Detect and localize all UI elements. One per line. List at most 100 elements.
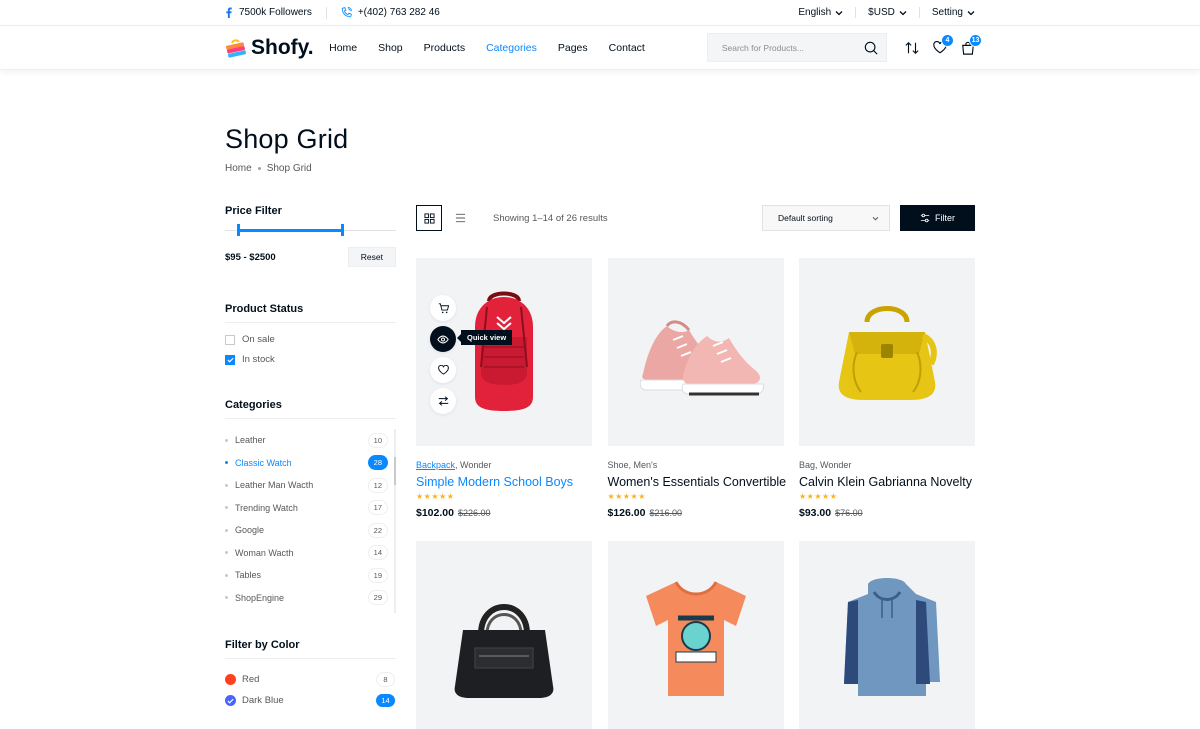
nav-home[interactable]: Home xyxy=(329,42,357,54)
category-item[interactable]: Trending Watch 17 xyxy=(225,497,396,520)
category-label: Tables xyxy=(235,570,262,581)
phone-link[interactable]: +(402) 763 282 46 xyxy=(341,7,440,18)
brand-logo[interactable]: Shofy. xyxy=(225,36,329,60)
product-categories: Shoe, Men's xyxy=(607,460,658,470)
product-title[interactable]: Women's Essentials Convertible xyxy=(608,475,787,489)
nav-contact[interactable]: Contact xyxy=(609,42,645,54)
status-label: In stock xyxy=(242,354,275,365)
category-count: 12 xyxy=(367,477,388,493)
category-count: 17 xyxy=(367,500,388,516)
filter-label: Filter xyxy=(935,213,955,223)
price-range-slider[interactable] xyxy=(225,223,396,237)
followers-link[interactable]: 7500k Followers xyxy=(225,7,312,18)
category-item-active[interactable]: Classic Watch 28 xyxy=(225,452,396,475)
category-item[interactable]: Woman Wacth 14 xyxy=(225,542,396,565)
search-input[interactable]: Search for Products... xyxy=(706,33,887,62)
product-category[interactable]: Wonder xyxy=(820,460,851,470)
color-count: 14 xyxy=(376,694,395,707)
product-image[interactable] xyxy=(416,541,592,729)
product-category[interactable]: Shoe xyxy=(608,460,629,470)
compare-icon xyxy=(438,396,448,406)
add-to-cart-button[interactable] xyxy=(430,295,456,321)
price-filter-title: Price Filter xyxy=(225,205,282,217)
category-count: 19 xyxy=(367,567,388,583)
rating-stars: ★★★★★ xyxy=(799,492,838,501)
color-swatch[interactable] xyxy=(225,674,236,685)
category-item[interactable]: Leather Man Wacth 12 xyxy=(225,474,396,497)
nav-pages[interactable]: Pages xyxy=(558,42,588,54)
wishlist-button[interactable]: 4 xyxy=(933,33,954,55)
results-count: Showing 1–14 of 26 results xyxy=(493,212,608,224)
category-item[interactable]: Google 22 xyxy=(225,519,396,542)
compare-button[interactable] xyxy=(905,41,919,55)
checkbox[interactable] xyxy=(225,334,235,345)
product-card xyxy=(416,541,592,729)
color-item-dark-blue[interactable]: Dark Blue 14 xyxy=(225,690,396,711)
category-scrollbar[interactable] xyxy=(394,429,396,613)
category-count: 29 xyxy=(367,590,388,606)
category-list: Leather 10 Classic Watch 28 Leather Man Wa… xyxy=(225,429,396,613)
cart-button[interactable]: 13 xyxy=(961,33,982,55)
language-dropdown[interactable]: English xyxy=(798,7,857,18)
list-view-button[interactable] xyxy=(447,205,473,231)
shop-toolbar: Showing 1–14 of 26 results Default sorti… xyxy=(416,205,975,231)
checkbox-checked[interactable] xyxy=(225,354,235,365)
slider-min-handle[interactable] xyxy=(237,224,240,236)
price-filter-widget: Price Filter $95 - $2500 Reset xyxy=(225,205,396,267)
product-categories: Backpack, Wonder xyxy=(416,460,492,470)
filter-sidebar: Price Filter $95 - $2500 Reset Product S… xyxy=(225,205,396,711)
categories-title: Categories xyxy=(225,399,396,419)
filter-button[interactable]: Filter xyxy=(900,205,975,231)
product-image[interactable] xyxy=(607,258,784,446)
nav-categories[interactable]: Categories xyxy=(486,42,537,54)
nav-products[interactable]: Products xyxy=(424,42,465,54)
setting-label: Setting xyxy=(931,7,963,18)
chevron-down-icon xyxy=(872,216,879,220)
product-price: $102.00 $226.00 xyxy=(416,507,592,519)
status-on-sale[interactable]: On sale xyxy=(225,334,396,345)
product-title[interactable]: Simple Modern School Boys xyxy=(416,475,592,489)
category-item[interactable]: ShopEngine 29 xyxy=(225,587,396,610)
sort-dropdown[interactable]: Default sorting xyxy=(762,205,890,231)
slider-max-handle[interactable] xyxy=(341,224,344,236)
category-item[interactable]: Tables 19 xyxy=(225,564,396,587)
add-to-wishlist-button[interactable] xyxy=(430,357,456,383)
search-icon[interactable] xyxy=(864,41,878,55)
color-label: Dark Blue xyxy=(242,695,284,706)
red-backpack-image xyxy=(475,291,533,411)
product-title[interactable]: Calvin Klein Gabrianna Novelty xyxy=(799,475,975,489)
category-label: Leather xyxy=(235,435,266,446)
product-image[interactable] xyxy=(607,541,784,729)
currency-dropdown[interactable]: $USD xyxy=(856,7,920,18)
breadcrumb-home[interactable]: Home xyxy=(225,163,252,174)
color-count: 8 xyxy=(376,672,395,687)
status-label: On sale xyxy=(242,334,275,345)
product-category[interactable]: Wonder xyxy=(460,460,491,470)
color-swatch-selected[interactable] xyxy=(225,695,236,706)
yellow-handbag-image xyxy=(838,306,937,400)
compare-product-button[interactable] xyxy=(430,388,456,414)
grid-view-button[interactable] xyxy=(416,205,442,231)
category-item[interactable]: Leather 10 xyxy=(225,429,396,452)
reset-button[interactable]: Reset xyxy=(347,247,396,267)
product-category[interactable]: Men's xyxy=(634,460,658,470)
black-bag-image xyxy=(454,604,554,698)
category-label: Leather Man Wacth xyxy=(235,480,314,491)
sliders-icon xyxy=(920,213,930,223)
old-price: $226.00 xyxy=(457,508,491,518)
category-count: 22 xyxy=(367,522,388,538)
product-image[interactable]: Quick view xyxy=(416,258,592,446)
product-category[interactable]: Bag xyxy=(799,460,815,470)
status-in-stock[interactable]: In stock xyxy=(225,354,396,365)
facebook-icon xyxy=(226,7,232,18)
check-icon xyxy=(226,357,234,363)
quick-view-button[interactable] xyxy=(430,326,456,352)
nav-shop[interactable]: Shop xyxy=(378,42,403,54)
color-item-red[interactable]: Red 8 xyxy=(225,669,396,690)
product-image[interactable] xyxy=(799,541,975,729)
product-image[interactable] xyxy=(799,258,975,446)
rating-stars: ★★★★★ xyxy=(416,492,455,501)
product-category-link[interactable]: Backpack xyxy=(416,460,455,470)
product-card: Bag, Wonder Calvin Klein Gabrianna Novel… xyxy=(799,258,975,519)
setting-dropdown[interactable]: Setting xyxy=(920,7,975,18)
